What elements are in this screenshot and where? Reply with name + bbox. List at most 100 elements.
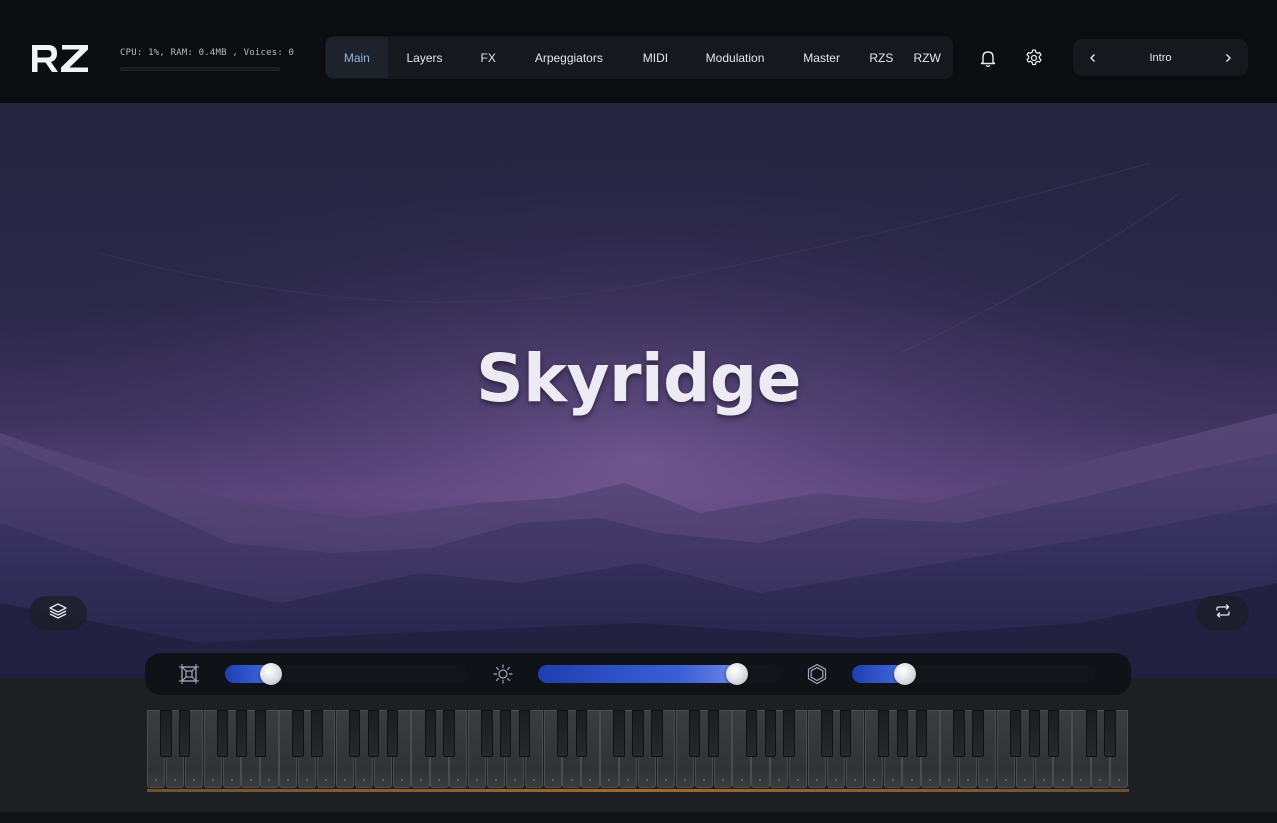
black-key[interactable]: [443, 710, 455, 757]
black-key[interactable]: [896, 710, 909, 757]
key-marker: [740, 779, 743, 781]
black-key[interactable]: [216, 710, 229, 757]
key-marker: [702, 779, 705, 781]
black-key[interactable]: [632, 710, 644, 757]
key-marker: [816, 779, 819, 781]
key-marker: [967, 779, 970, 781]
key-marker: [721, 779, 724, 781]
macro-1-slider[interactable]: [225, 663, 468, 685]
black-key[interactable]: [1085, 710, 1097, 757]
key-marker: [457, 779, 460, 781]
layers-button[interactable]: [29, 596, 87, 630]
preset-name[interactable]: Intro: [1149, 52, 1171, 64]
sun-icon: [492, 663, 514, 685]
rz-logo: [30, 42, 90, 74]
key-marker: [570, 779, 573, 781]
randomize-button[interactable]: [1196, 596, 1249, 630]
black-key[interactable]: [877, 710, 890, 757]
black-key[interactable]: [821, 710, 833, 757]
black-key[interactable]: [972, 710, 984, 757]
key-marker: [929, 779, 932, 781]
black-key[interactable]: [651, 710, 663, 757]
tab-fx[interactable]: FX: [461, 37, 515, 78]
black-key[interactable]: [1010, 710, 1022, 757]
key-marker: [155, 779, 158, 781]
macro-2-knob[interactable]: [726, 663, 748, 685]
tab-midi[interactable]: MIDI: [623, 37, 689, 78]
key-marker: [476, 779, 479, 781]
key-marker: [1080, 779, 1083, 781]
key-marker: [268, 779, 271, 781]
key-marker: [853, 779, 856, 781]
black-key[interactable]: [915, 710, 927, 757]
chevron-right-icon[interactable]: [1220, 50, 1236, 66]
black-key[interactable]: [783, 710, 795, 757]
black-key[interactable]: [707, 710, 720, 757]
gear-icon[interactable]: [1019, 43, 1049, 73]
preset-title: Skyridge: [476, 340, 801, 417]
black-key[interactable]: [292, 710, 304, 757]
black-key[interactable]: [179, 710, 191, 757]
keyboard-range-indicator: [147, 789, 1129, 792]
main-tabs: Main Layers FX Arpeggiators MIDI Modulat…: [325, 36, 953, 79]
black-key[interactable]: [311, 710, 323, 757]
key-marker: [230, 779, 233, 781]
tab-master[interactable]: Master: [782, 37, 862, 78]
black-key[interactable]: [840, 710, 852, 757]
macro-3-knob[interactable]: [894, 663, 916, 685]
app-window: CPU: 1%, RAM: 0.4MB , Voices: 0 Main Lay…: [0, 0, 1277, 823]
key-marker: [872, 779, 875, 781]
tab-arpeggiators[interactable]: Arpeggiators: [515, 37, 622, 78]
black-key[interactable]: [1047, 710, 1060, 757]
key-marker: [1118, 779, 1121, 781]
black-key[interactable]: [764, 710, 776, 757]
macro-controls: [145, 653, 1131, 695]
preset-selector: Intro: [1073, 39, 1248, 76]
black-key[interactable]: [367, 710, 380, 757]
piano-keyboard[interactable]: [147, 710, 1129, 790]
macro-2-slider[interactable]: [538, 663, 781, 685]
bell-icon[interactable]: [973, 43, 1003, 73]
key-marker: [381, 779, 384, 781]
key-marker: [1004, 779, 1007, 781]
tab-main[interactable]: Main: [326, 37, 388, 78]
frame-icon: [178, 663, 200, 685]
key-marker: [192, 779, 195, 781]
key-marker: [532, 779, 535, 781]
chevron-left-icon[interactable]: [1085, 50, 1101, 66]
tab-modulation[interactable]: Modulation: [688, 37, 782, 78]
black-key[interactable]: [688, 710, 701, 757]
key-marker: [419, 779, 422, 781]
black-key[interactable]: [519, 710, 531, 757]
tab-layers[interactable]: Layers: [388, 37, 462, 78]
bottom-strip: [0, 812, 1277, 823]
key-marker: [438, 779, 441, 781]
black-key[interactable]: [500, 710, 512, 757]
black-key[interactable]: [424, 710, 436, 757]
top-bar: CPU: 1%, RAM: 0.4MB , Voices: 0 Main Lay…: [0, 0, 1277, 103]
tab-rzs[interactable]: RZS: [861, 37, 901, 78]
key-marker: [495, 779, 498, 781]
key-marker: [797, 779, 800, 781]
key-marker: [759, 779, 762, 781]
macro-1-knob[interactable]: [260, 663, 282, 685]
performance-stats: CPU: 1%, RAM: 0.4MB , Voices: 0: [120, 48, 295, 58]
black-key[interactable]: [235, 710, 248, 757]
black-key[interactable]: [953, 710, 965, 757]
key-marker: [948, 779, 951, 781]
black-key[interactable]: [160, 710, 172, 757]
key-marker: [325, 779, 328, 781]
black-key[interactable]: [1028, 710, 1041, 757]
tab-rzw[interactable]: RZW: [901, 37, 953, 78]
black-key[interactable]: [481, 710, 493, 757]
black-key[interactable]: [556, 710, 569, 757]
black-key[interactable]: [613, 710, 625, 757]
black-key[interactable]: [349, 710, 361, 757]
black-key[interactable]: [386, 710, 399, 757]
black-key[interactable]: [745, 710, 757, 757]
cpu-meter: [120, 67, 280, 71]
black-key[interactable]: [1104, 710, 1116, 757]
black-key[interactable]: [254, 710, 266, 757]
black-key[interactable]: [575, 710, 587, 757]
macro-3-slider[interactable]: [852, 663, 1095, 685]
